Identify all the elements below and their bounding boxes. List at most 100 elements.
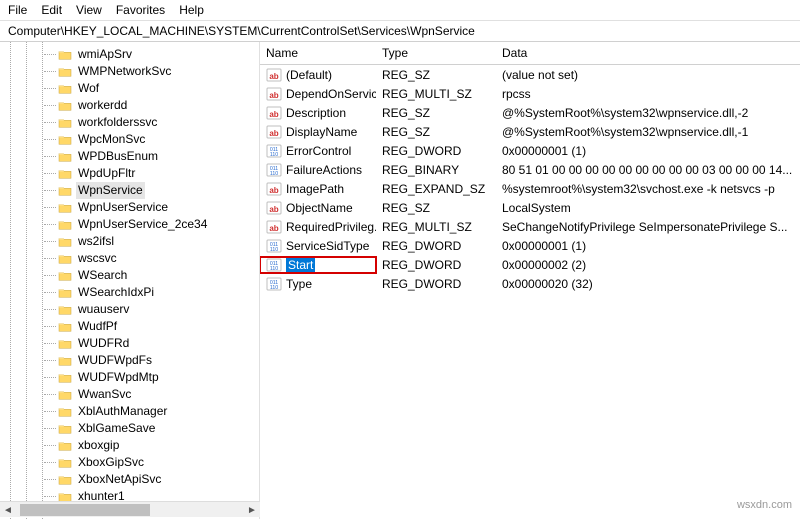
tree-item-label: Wof [76,80,101,97]
column-name[interactable]: Name [260,42,376,64]
value-row[interactable]: TypeREG_DWORD0x00000020 (32) [260,274,800,293]
value-type: REG_SZ [376,106,496,120]
tree-item-xblauthmanager[interactable]: XblAuthManager [58,403,259,420]
tree-item-wpcmonsvc[interactable]: WpcMonSvc [58,131,259,148]
values-pane: Name Type Data (Default)REG_SZ(value not… [260,42,800,519]
tree-item-wsearch[interactable]: WSearch [58,267,259,284]
value-row[interactable]: ObjectNameREG_SZLocalSystem [260,198,800,217]
folder-icon [58,474,72,486]
folder-icon [58,389,72,401]
tree-item-ws2ifsl[interactable]: ws2ifsl [58,233,259,250]
tree-item-label: WpdUpFltr [76,165,137,182]
tree-item-wpnuserservice[interactable]: WpnUserService [58,199,259,216]
tree-item-label: workerdd [76,97,129,114]
folder-icon [58,338,72,350]
tree-item-wpdbusenum[interactable]: WPDBusEnum [58,148,259,165]
value-name: ImagePath [286,182,344,196]
tree-item-label: WSearchIdxPi [76,284,156,301]
tree-item-wwansvc[interactable]: WwanSvc [58,386,259,403]
tree-item-label: XblGameSave [76,420,157,437]
menu-view[interactable]: View [76,3,102,17]
value-type: REG_DWORD [376,239,496,253]
tree-item-xboxgip[interactable]: xboxgip [58,437,259,454]
string-value-icon [266,219,282,235]
tree-item-wpnservice[interactable]: WpnService [58,182,259,199]
folder-icon [58,253,72,265]
menu-edit[interactable]: Edit [41,3,62,17]
value-name: DependOnService [286,87,376,101]
tree-item-label: WwanSvc [76,386,133,403]
tree-item-wuauserv[interactable]: wuauserv [58,301,259,318]
menu-favorites[interactable]: Favorites [116,3,165,17]
tree-item-wof[interactable]: Wof [58,80,259,97]
string-value-icon [266,200,282,216]
scroll-left-arrow-icon[interactable]: ◄ [0,502,16,518]
tree-item-xboxnetapisvc[interactable]: XboxNetApiSvc [58,471,259,488]
address-bar[interactable]: Computer\HKEY_LOCAL_MACHINE\SYSTEM\Curre… [0,21,800,42]
tree-horizontal-scrollbar[interactable]: ◄ ► [0,501,260,517]
value-type: REG_DWORD [376,277,496,291]
string-value-icon [266,181,282,197]
value-row[interactable]: (Default)REG_SZ(value not set) [260,65,800,84]
string-value-icon [266,86,282,102]
binary-value-icon [266,238,282,254]
value-row[interactable]: ServiceSidTypeREG_DWORD0x00000001 (1) [260,236,800,255]
folder-icon [58,168,72,180]
tree-item-label: WSearch [76,267,129,284]
tree-item-label: WUDFWpdMtp [76,369,161,386]
tree-item-xboxgipsvc[interactable]: XboxGipSvc [58,454,259,471]
value-row[interactable]: DescriptionREG_SZ@%SystemRoot%\system32\… [260,103,800,122]
tree-item-label: WUDFRd [76,335,131,352]
value-row[interactable]: StartREG_DWORD0x00000002 (2) [260,255,800,274]
folder-icon [58,270,72,282]
value-row[interactable]: ImagePathREG_EXPAND_SZ%systemroot%\syste… [260,179,800,198]
tree-item-workerdd[interactable]: workerdd [58,97,259,114]
tree-item-wudfwpdfs[interactable]: WUDFWpdFs [58,352,259,369]
value-row[interactable]: FailureActionsREG_BINARY80 51 01 00 00 0… [260,160,800,179]
tree-item-wudfwpdmtp[interactable]: WUDFWpdMtp [58,369,259,386]
value-name: Start [286,258,315,272]
value-name: ServiceSidType [286,239,369,253]
tree-pane[interactable]: wmiApSrvWMPNetworkSvcWofworkerddworkfold… [0,42,260,519]
scroll-thumb[interactable] [20,504,150,516]
string-value-icon [266,105,282,121]
value-data: rpcss [496,87,800,101]
value-name: ErrorControl [286,144,351,158]
tree-item-wscsvc[interactable]: wscsvc [58,250,259,267]
folder-icon [58,134,72,146]
tree-item-wpnuserservice_2ce34[interactable]: WpnUserService_2ce34 [58,216,259,233]
tree-item-wmpnetworksvc[interactable]: WMPNetworkSvc [58,63,259,80]
value-data: 0x00000020 (32) [496,277,800,291]
value-name: (Default) [286,68,332,82]
tree-item-wudfrd[interactable]: WUDFRd [58,335,259,352]
value-row[interactable]: DisplayNameREG_SZ@%SystemRoot%\system32\… [260,122,800,141]
tree-item-wmiapsrv[interactable]: wmiApSrv [58,46,259,63]
folder-icon [58,236,72,248]
column-type[interactable]: Type [376,42,496,64]
tree-item-xblgamesave[interactable]: XblGameSave [58,420,259,437]
menu-bar: File Edit View Favorites Help [0,0,800,21]
folder-icon [58,66,72,78]
value-row[interactable]: DependOnServiceREG_MULTI_SZrpcss [260,84,800,103]
value-row[interactable]: ErrorControlREG_DWORD0x00000001 (1) [260,141,800,160]
value-type: REG_MULTI_SZ [376,220,496,234]
tree-item-label: xboxgip [76,437,121,454]
value-row[interactable]: RequiredPrivileg...REG_MULTI_SZSeChangeN… [260,217,800,236]
value-type: REG_SZ [376,68,496,82]
value-type: REG_SZ [376,201,496,215]
scroll-right-arrow-icon[interactable]: ► [244,502,260,518]
folder-icon [58,117,72,129]
column-data[interactable]: Data [496,42,800,64]
tree-item-wpdupfltr[interactable]: WpdUpFltr [58,165,259,182]
menu-help[interactable]: Help [179,3,204,17]
menu-file[interactable]: File [8,3,27,17]
tree-item-workfolderssvc[interactable]: workfolderssvc [58,114,259,131]
tree-item-wsearchidxpi[interactable]: WSearchIdxPi [58,284,259,301]
value-data: @%SystemRoot%\system32\wpnservice.dll,-2 [496,106,800,120]
tree-item-label: XboxGipSvc [76,454,146,471]
binary-value-icon [266,143,282,159]
folder-icon [58,49,72,61]
tree-item-wudfpf[interactable]: WudfPf [58,318,259,335]
value-type: REG_SZ [376,125,496,139]
value-type: REG_MULTI_SZ [376,87,496,101]
